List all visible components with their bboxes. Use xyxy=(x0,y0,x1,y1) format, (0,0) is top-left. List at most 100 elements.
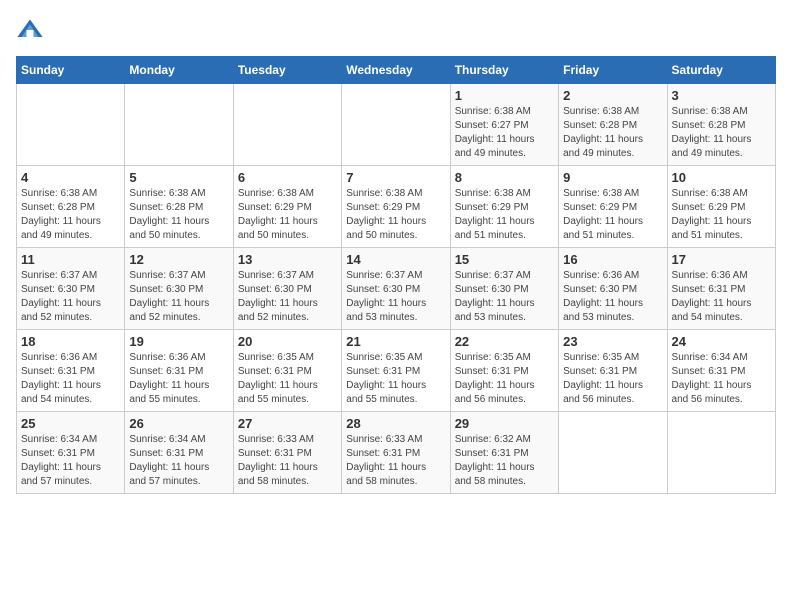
day-cell: 13 Sunrise: 6:37 AMSunset: 6:30 PMDayligh… xyxy=(233,248,341,330)
day-number: 15 xyxy=(455,252,554,267)
day-info: Sunrise: 6:36 AMSunset: 6:31 PMDaylight:… xyxy=(129,351,228,407)
day-info: Sunrise: 6:38 AMSunset: 6:28 PMDaylight:… xyxy=(21,187,120,243)
day-number: 10 xyxy=(672,170,771,185)
day-number: 6 xyxy=(238,170,337,185)
day-info: Sunrise: 6:36 AMSunset: 6:31 PMDaylight:… xyxy=(21,351,120,407)
day-info: Sunrise: 6:38 AMSunset: 6:29 PMDaylight:… xyxy=(455,187,554,243)
week-row-2: 4 Sunrise: 6:38 AMSunset: 6:28 PMDaylight… xyxy=(17,166,776,248)
day-number: 18 xyxy=(21,334,120,349)
day-number: 4 xyxy=(21,170,120,185)
calendar-table: SundayMondayTuesdayWednesdayThursdayFrid… xyxy=(16,56,776,494)
day-number: 20 xyxy=(238,334,337,349)
day-cell: 22 Sunrise: 6:35 AMSunset: 6:31 PMDayligh… xyxy=(450,330,558,412)
day-info: Sunrise: 6:37 AMSunset: 6:30 PMDaylight:… xyxy=(238,269,337,325)
day-number: 3 xyxy=(672,88,771,103)
day-cell: 17Sunrise: 6:36 AMSunset: 6:31 PMDayligh… xyxy=(667,248,775,330)
day-number: 12 xyxy=(129,252,228,267)
day-info: Sunrise: 6:34 AMSunset: 6:31 PMDaylight:… xyxy=(129,433,228,489)
col-header-tuesday: Tuesday xyxy=(233,57,341,84)
day-info: Sunrise: 6:34 AMSunset: 6:31 PMDaylight:… xyxy=(21,433,120,489)
day-info: Sunrise: 6:37 AMSunset: 6:30 PMDaylight:… xyxy=(129,269,228,325)
day-info: Sunrise: 6:35 AMSunset: 6:31 PMDaylight:… xyxy=(563,351,662,407)
day-number: 21 xyxy=(346,334,445,349)
day-number: 23 xyxy=(563,334,662,349)
calendar-header-row: SundayMondayTuesdayWednesdayThursdayFrid… xyxy=(17,57,776,84)
day-info: Sunrise: 6:33 AMSunset: 6:31 PMDaylight:… xyxy=(346,433,445,489)
day-number: 27 xyxy=(238,416,337,431)
col-header-saturday: Saturday xyxy=(667,57,775,84)
day-cell: 19 Sunrise: 6:36 AMSunset: 6:31 PMDayligh… xyxy=(125,330,233,412)
day-cell: 27 Sunrise: 6:33 AMSunset: 6:31 PMDayligh… xyxy=(233,412,341,494)
day-info: Sunrise: 6:36 AMSunset: 6:31 PMDaylight:… xyxy=(672,269,771,325)
day-cell: 3 Sunrise: 6:38 AMSunset: 6:28 PMDaylight… xyxy=(667,84,775,166)
day-number: 9 xyxy=(563,170,662,185)
day-cell: 21 Sunrise: 6:35 AMSunset: 6:31 PMDayligh… xyxy=(342,330,450,412)
day-info: Sunrise: 6:35 AMSunset: 6:31 PMDaylight:… xyxy=(346,351,445,407)
day-info: Sunrise: 6:35 AMSunset: 6:31 PMDaylight:… xyxy=(238,351,337,407)
day-number: 29 xyxy=(455,416,554,431)
day-number: 7 xyxy=(346,170,445,185)
day-cell: 18 Sunrise: 6:36 AMSunset: 6:31 PMDayligh… xyxy=(17,330,125,412)
day-number: 16 xyxy=(563,252,662,267)
day-cell: 12 Sunrise: 6:37 AMSunset: 6:30 PMDayligh… xyxy=(125,248,233,330)
day-cell xyxy=(233,84,341,166)
day-cell: 10 Sunrise: 6:38 AMSunset: 6:29 PMDayligh… xyxy=(667,166,775,248)
day-cell: 26 Sunrise: 6:34 AMSunset: 6:31 PMDayligh… xyxy=(125,412,233,494)
day-cell xyxy=(559,412,667,494)
logo xyxy=(16,16,48,44)
day-cell xyxy=(667,412,775,494)
day-number: 2 xyxy=(563,88,662,103)
day-info: Sunrise: 6:38 AMSunset: 6:28 PMDaylight:… xyxy=(672,105,771,161)
day-cell: 20 Sunrise: 6:35 AMSunset: 6:31 PMDayligh… xyxy=(233,330,341,412)
day-info: Sunrise: 6:37 AMSunset: 6:30 PMDaylight:… xyxy=(455,269,554,325)
day-number: 26 xyxy=(129,416,228,431)
day-cell xyxy=(342,84,450,166)
day-info: Sunrise: 6:38 AMSunset: 6:27 PMDaylight:… xyxy=(455,105,554,161)
day-cell: 2 Sunrise: 6:38 AMSunset: 6:28 PMDaylight… xyxy=(559,84,667,166)
day-info: Sunrise: 6:38 AMSunset: 6:29 PMDaylight:… xyxy=(238,187,337,243)
week-row-4: 18 Sunrise: 6:36 AMSunset: 6:31 PMDayligh… xyxy=(17,330,776,412)
col-header-wednesday: Wednesday xyxy=(342,57,450,84)
day-info: Sunrise: 6:38 AMSunset: 6:29 PMDaylight:… xyxy=(563,187,662,243)
logo-icon xyxy=(16,16,44,44)
day-cell: 24 Sunrise: 6:34 AMSunset: 6:31 PMDayligh… xyxy=(667,330,775,412)
day-cell: 16 Sunrise: 6:36 AMSunset: 6:30 PMDayligh… xyxy=(559,248,667,330)
week-row-3: 11Sunrise: 6:37 AMSunset: 6:30 PMDayligh… xyxy=(17,248,776,330)
day-info: Sunrise: 6:38 AMSunset: 6:29 PMDaylight:… xyxy=(672,187,771,243)
day-number: 25 xyxy=(21,416,120,431)
day-cell: 6 Sunrise: 6:38 AMSunset: 6:29 PMDaylight… xyxy=(233,166,341,248)
day-info: Sunrise: 6:38 AMSunset: 6:29 PMDaylight:… xyxy=(346,187,445,243)
day-info: Sunrise: 6:37 AMSunset: 6:30 PMDaylight:… xyxy=(346,269,445,325)
day-info: Sunrise: 6:35 AMSunset: 6:31 PMDaylight:… xyxy=(455,351,554,407)
day-info: Sunrise: 6:36 AMSunset: 6:30 PMDaylight:… xyxy=(563,269,662,325)
day-cell: 15 Sunrise: 6:37 AMSunset: 6:30 PMDayligh… xyxy=(450,248,558,330)
day-info: Sunrise: 6:37 AMSunset: 6:30 PMDaylight:… xyxy=(21,269,120,325)
day-cell: 25 Sunrise: 6:34 AMSunset: 6:31 PMDayligh… xyxy=(17,412,125,494)
day-cell: 28 Sunrise: 6:33 AMSunset: 6:31 PMDayligh… xyxy=(342,412,450,494)
day-number: 19 xyxy=(129,334,228,349)
day-number: 24 xyxy=(672,334,771,349)
day-number: 1 xyxy=(455,88,554,103)
day-info: Sunrise: 6:38 AMSunset: 6:28 PMDaylight:… xyxy=(563,105,662,161)
col-header-sunday: Sunday xyxy=(17,57,125,84)
day-info: Sunrise: 6:32 AMSunset: 6:31 PMDaylight:… xyxy=(455,433,554,489)
col-header-monday: Monday xyxy=(125,57,233,84)
day-cell: 1 Sunrise: 6:38 AMSunset: 6:27 PMDaylight… xyxy=(450,84,558,166)
day-cell: 14Sunrise: 6:37 AMSunset: 6:30 PMDayligh… xyxy=(342,248,450,330)
day-number: 5 xyxy=(129,170,228,185)
day-cell xyxy=(125,84,233,166)
header xyxy=(16,16,776,44)
day-info: Sunrise: 6:34 AMSunset: 6:31 PMDaylight:… xyxy=(672,351,771,407)
day-number: 22 xyxy=(455,334,554,349)
week-row-5: 25 Sunrise: 6:34 AMSunset: 6:31 PMDayligh… xyxy=(17,412,776,494)
day-info: Sunrise: 6:38 AMSunset: 6:28 PMDaylight:… xyxy=(129,187,228,243)
day-cell: 29 Sunrise: 6:32 AMSunset: 6:31 PMDayligh… xyxy=(450,412,558,494)
day-cell: 23 Sunrise: 6:35 AMSunset: 6:31 PMDayligh… xyxy=(559,330,667,412)
day-cell xyxy=(17,84,125,166)
day-info: Sunrise: 6:33 AMSunset: 6:31 PMDaylight:… xyxy=(238,433,337,489)
day-cell: 5 Sunrise: 6:38 AMSunset: 6:28 PMDaylight… xyxy=(125,166,233,248)
day-number: 28 xyxy=(346,416,445,431)
day-cell: 7 Sunrise: 6:38 AMSunset: 6:29 PMDaylight… xyxy=(342,166,450,248)
day-number: 13 xyxy=(238,252,337,267)
day-cell: 4 Sunrise: 6:38 AMSunset: 6:28 PMDaylight… xyxy=(17,166,125,248)
